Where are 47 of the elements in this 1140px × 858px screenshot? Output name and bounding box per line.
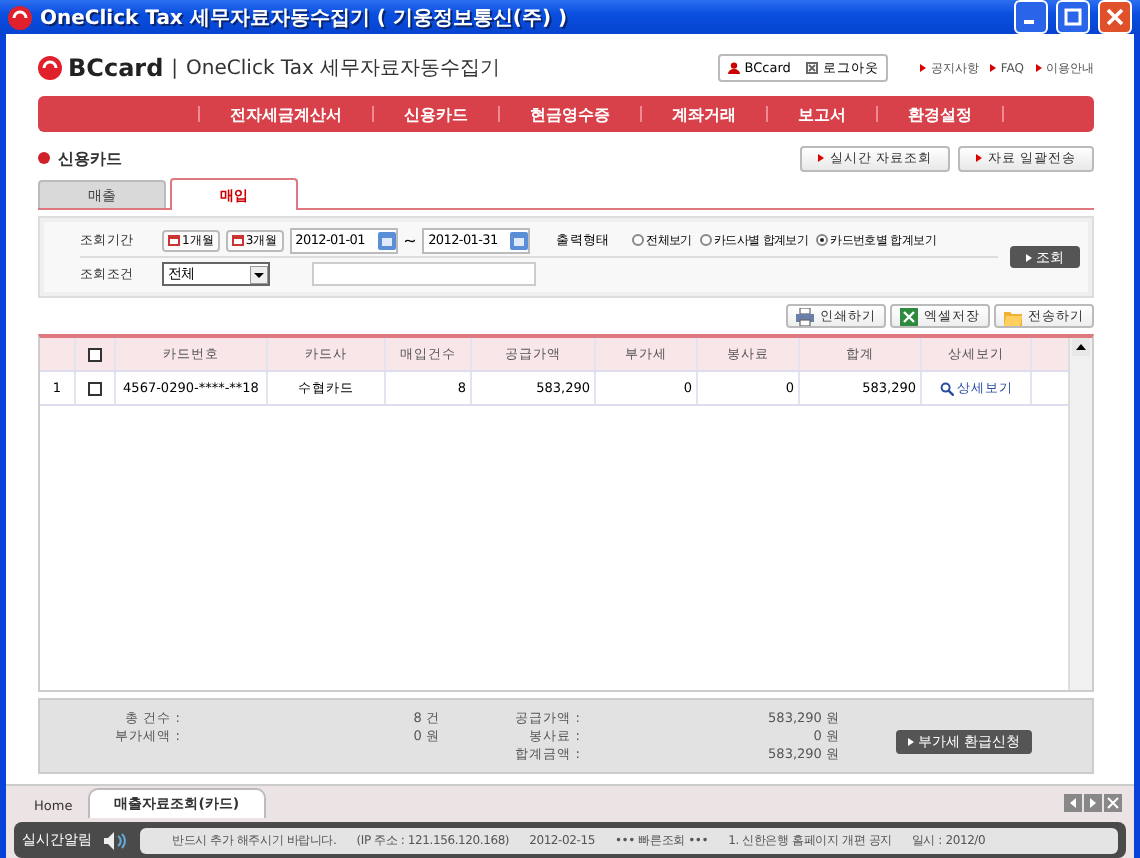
scrollbar[interactable]: [1068, 338, 1092, 690]
header-divider: |: [171, 57, 179, 79]
window-title: OneClick Tax 세무자료자동수집기 ( 기웅정보통신(주) ): [40, 5, 570, 31]
bullet-icon: [920, 64, 927, 72]
folder-icon: [1004, 307, 1022, 325]
section-title: 신용카드: [58, 147, 122, 169]
close-button[interactable]: [1098, 0, 1132, 34]
nav-item[interactable]: 계좌거래: [642, 103, 766, 125]
printer-icon: [796, 307, 814, 325]
nav-item[interactable]: 환경설정: [878, 103, 1002, 125]
close-icon[interactable]: [1104, 793, 1122, 811]
bccard-logo-icon: [38, 56, 62, 80]
app-name: OneClick Tax 세무자료자동수집기: [186, 56, 501, 82]
bullet-icon: [907, 737, 914, 745]
search-icon: [939, 381, 953, 395]
person-icon: [728, 62, 741, 74]
calendar-icon: [510, 231, 529, 249]
bullet-icon: [817, 154, 824, 162]
nav-item[interactable]: 보고서: [768, 103, 876, 125]
select-all-checkbox[interactable]: [88, 347, 102, 361]
dropdown-arrow-icon: [250, 265, 268, 283]
calendar-icon: [377, 231, 396, 249]
close-icon: [806, 62, 819, 74]
bullet-icon: [38, 152, 50, 164]
nav-item[interactable]: 현금영수증: [500, 103, 640, 125]
bullet-icon: [1036, 64, 1042, 72]
maximize-icon: [1064, 8, 1082, 26]
search-field[interactable]: [312, 262, 536, 286]
nav-item[interactable]: 신용카드: [374, 103, 498, 125]
arrow-right-icon[interactable]: [1084, 793, 1102, 811]
bullet-icon: [975, 154, 982, 162]
close-icon: [1106, 8, 1124, 26]
calendar-icon: [168, 234, 180, 246]
arrow-left-icon[interactable]: [1064, 793, 1082, 811]
speaker-icon: [104, 831, 128, 849]
calendar-icon: [231, 234, 244, 246]
app-logo-icon: [8, 5, 32, 29]
minimize-button[interactable]: [1014, 0, 1048, 34]
bullet-icon: [990, 64, 997, 72]
nav-item[interactable]: 전자세금계산서: [200, 103, 372, 125]
scroll-up-icon: [1072, 338, 1090, 356]
bullet-icon: [1026, 253, 1032, 261]
range-separator: ~: [403, 231, 417, 249]
spreadsheet-icon: [900, 307, 918, 325]
maximize-button[interactable]: [1056, 0, 1090, 34]
brand-name: BCcard: [68, 54, 164, 82]
row-checkbox[interactable]: [88, 381, 102, 395]
